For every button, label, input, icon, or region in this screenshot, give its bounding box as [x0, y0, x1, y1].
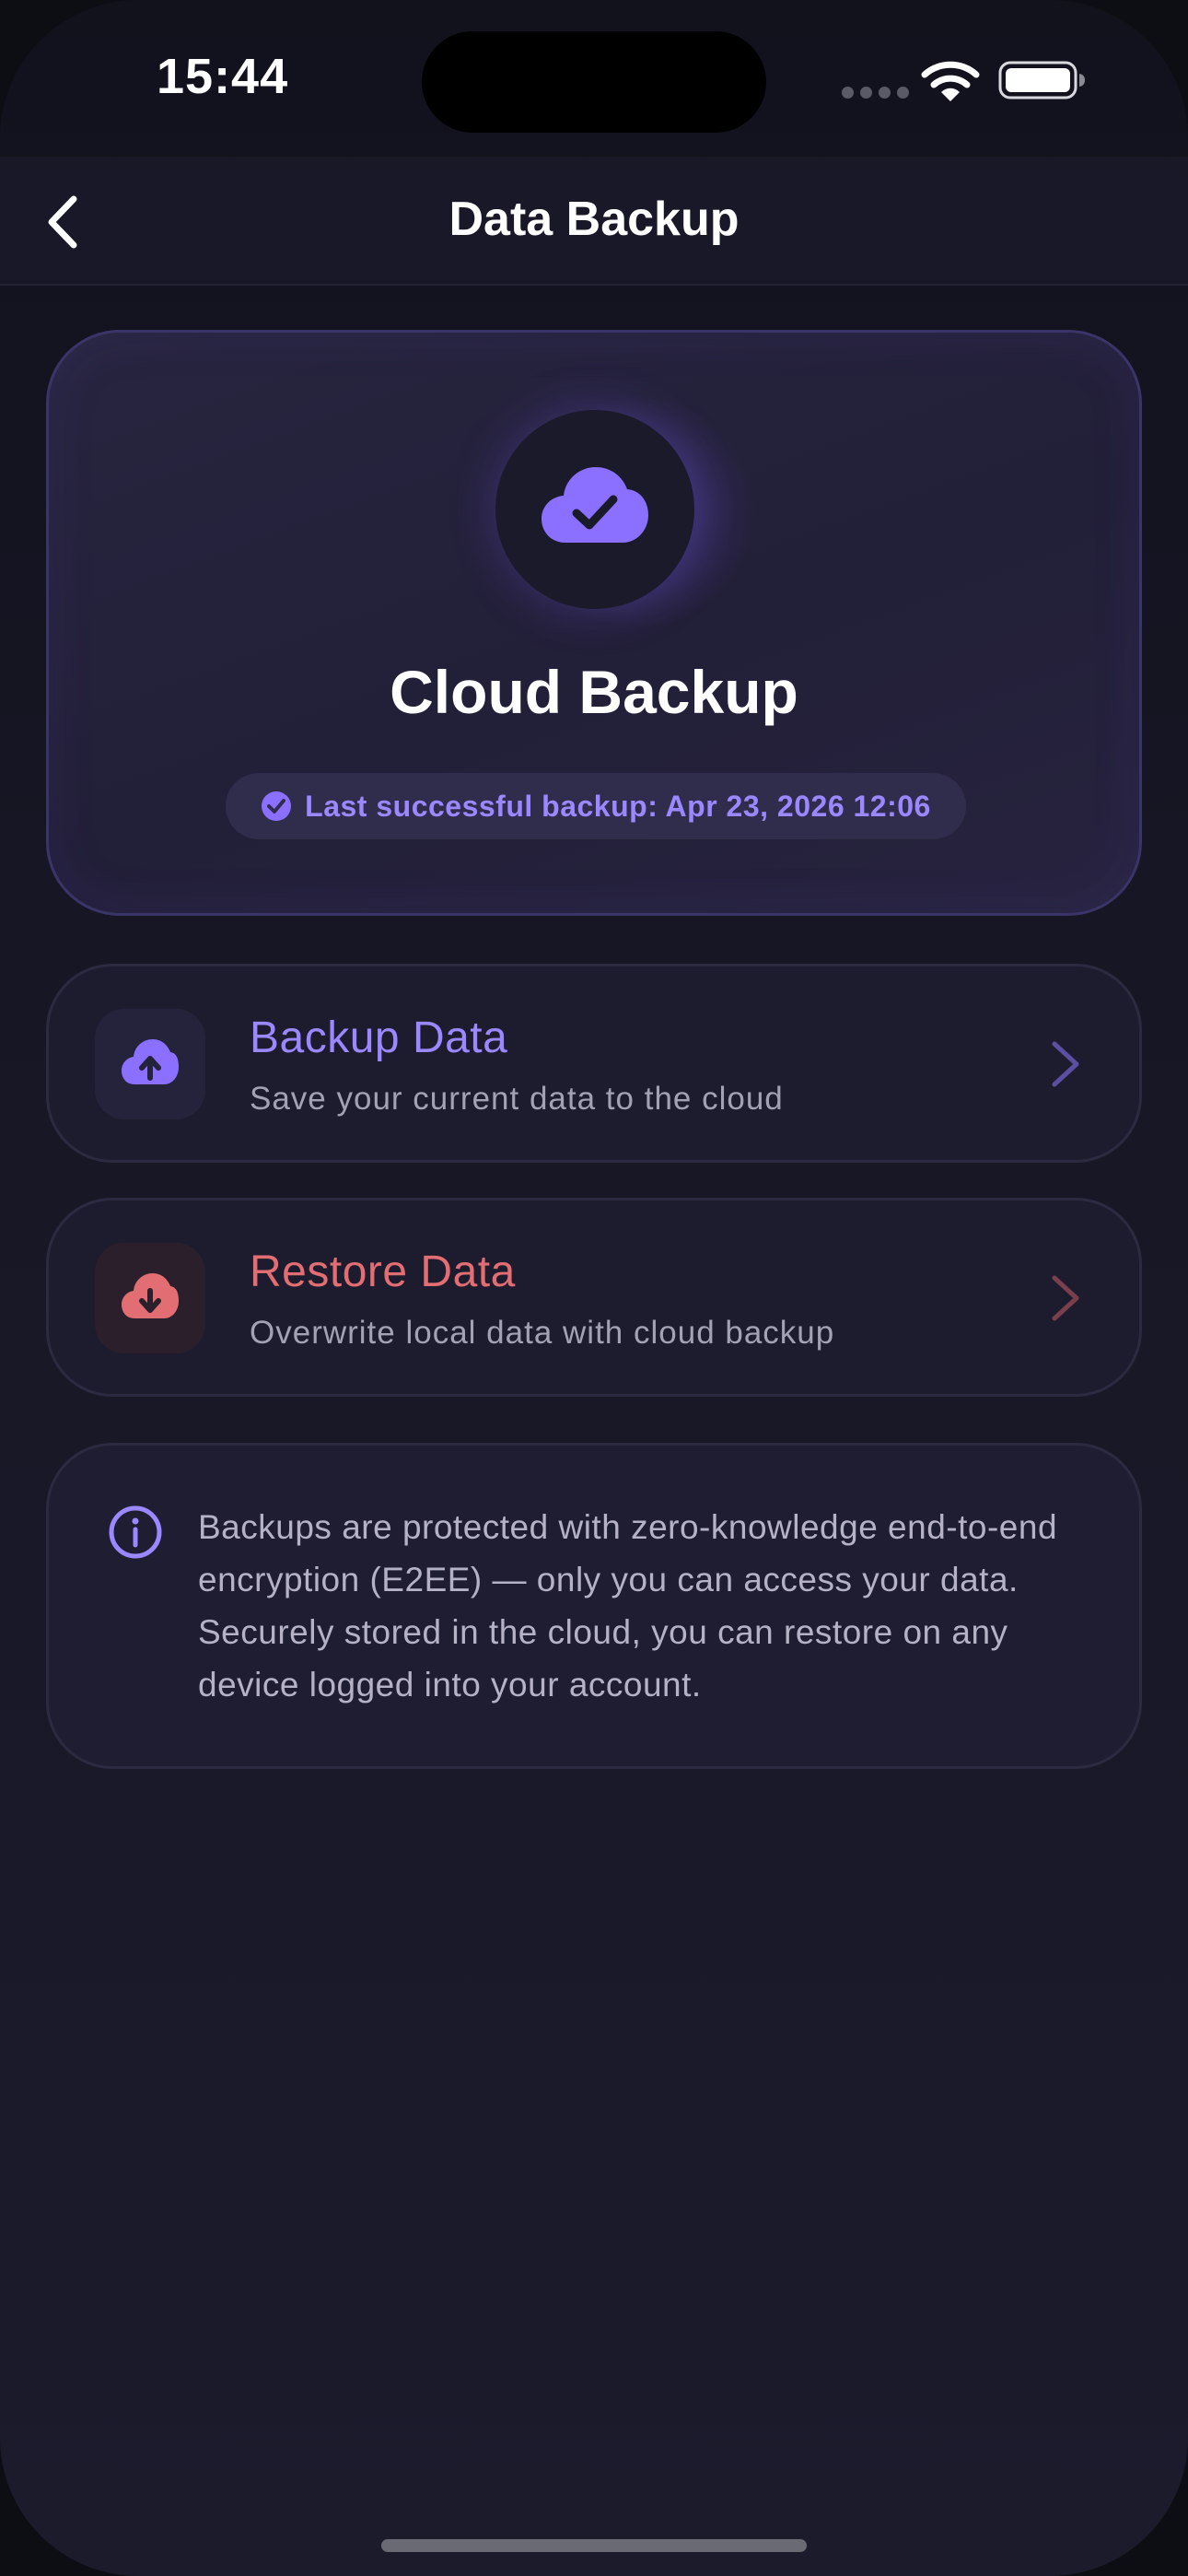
- cellular-signal-icon: [842, 87, 909, 99]
- backup-icon-container: [95, 1009, 205, 1119]
- backup-data-title: Backup Data: [250, 1013, 508, 1062]
- chevron-right-icon: [1052, 1041, 1079, 1087]
- backup-status-badge: Last successful backup: Apr 23, 2026 12:…: [226, 773, 966, 839]
- battery-icon: [998, 61, 1085, 100]
- backup-data-subtitle: Save your current data to the cloud: [250, 1081, 784, 1117]
- status-time: 15:44: [157, 49, 289, 104]
- encryption-info-text: Backups are protected with zero-knowledg…: [198, 1508, 1058, 1704]
- hero-title: Cloud Backup: [390, 658, 798, 726]
- cloud-backup-card: Cloud Backup Last successful backup: Apr…: [46, 330, 1142, 916]
- restore-data-subtitle: Overwrite local data with cloud backup: [250, 1315, 835, 1351]
- hero-icon-container: [495, 410, 694, 609]
- check-circle-icon: [262, 791, 292, 821]
- info-icon: [109, 1505, 162, 1559]
- phone-screen: 15:44 Data Backup Cloud Backup Last succ…: [0, 0, 1188, 2576]
- backup-data-button[interactable]: Backup Data Save your current data to th…: [46, 964, 1142, 1163]
- page-title: Data Backup: [448, 193, 740, 246]
- encryption-info-card: Backups are protected with zero-knowledg…: [46, 1443, 1142, 1769]
- wifi-icon: [921, 61, 980, 101]
- cloud-upload-icon: [122, 1039, 179, 1084]
- navigation-bar: Data Backup: [0, 157, 1188, 286]
- status-bar: 15:44: [0, 0, 1188, 157]
- chevron-right-icon: [1052, 1275, 1079, 1321]
- dynamic-island: [422, 31, 766, 133]
- restore-data-button[interactable]: Restore Data Overwrite local data with c…: [46, 1198, 1142, 1397]
- cloud-check-icon: [542, 467, 648, 543]
- restore-data-title: Restore Data: [250, 1247, 516, 1296]
- cloud-download-icon: [122, 1273, 179, 1318]
- backup-status-text: Last successful backup: Apr 23, 2026 12:…: [305, 789, 931, 823]
- home-indicator[interactable]: [381, 2539, 807, 2552]
- restore-icon-container: [95, 1243, 205, 1353]
